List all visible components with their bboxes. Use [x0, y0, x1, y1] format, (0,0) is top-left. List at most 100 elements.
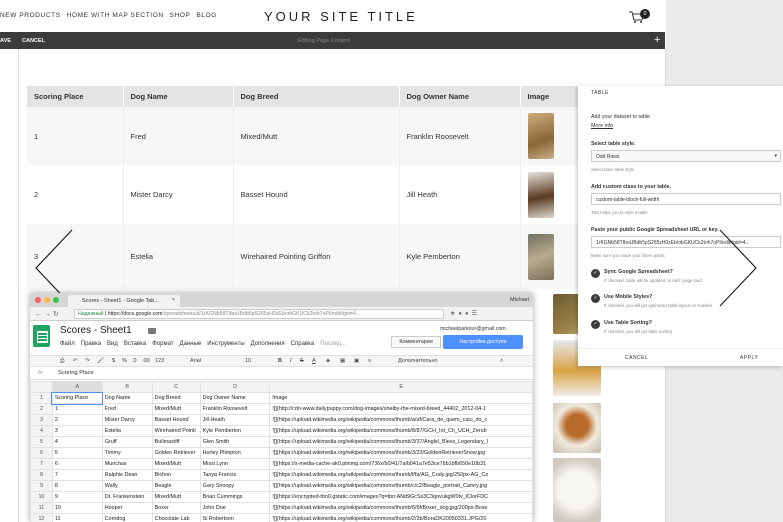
panel-cancel-button[interactable]: CANCEL	[625, 355, 648, 361]
sheet-cell[interactable]: Image	[269, 392, 533, 404]
browser-tab[interactable]: Scores - Sheet1 - Google Tab...	[68, 295, 180, 307]
print-icon[interactable]: ⎙	[60, 358, 64, 365]
row-number[interactable]: 3	[30, 414, 53, 426]
sheet-cell[interactable]: Fred	[101, 403, 153, 415]
menu-insert[interactable]: Вставка	[124, 341, 146, 347]
minimize-window-icon[interactable]	[44, 297, 50, 303]
navigation-arrows-icon[interactable]: ←→↻	[35, 310, 61, 318]
sheet-cell[interactable]: Si Robertson	[199, 513, 271, 522]
row-number[interactable]: 9	[30, 480, 53, 492]
sheet-cell[interactable]: Beagle	[151, 480, 201, 492]
more-toolbar-button[interactable]: Дополнительно	[398, 358, 438, 364]
sheet-cell[interactable]: ![](https://upload.wikimedia.org/wikiped…	[269, 502, 533, 514]
menu-format[interactable]: Формат	[152, 341, 173, 347]
extension-icons[interactable]: ★●●☰	[450, 310, 480, 317]
sheet-cell[interactable]: Chocolate Lab	[151, 513, 201, 522]
decimal-increase-button[interactable]: .00	[142, 358, 150, 364]
site-title[interactable]: YOUR SITE TITLE	[264, 9, 418, 24]
browser-profile[interactable]: Michael	[510, 297, 529, 303]
undo-icon[interactable]: ↶	[73, 358, 78, 364]
sheet-cell[interactable]: Gruff	[101, 436, 153, 448]
sheet-cell[interactable]: 10	[51, 502, 103, 514]
sheet-cell[interactable]: ![](https://s-media-cache-ak0.pinimg.com…	[269, 458, 533, 470]
menu-tools[interactable]: Инструменты	[207, 341, 244, 347]
sheet-cell[interactable]: Glen Smith	[199, 436, 271, 448]
sheet-cell[interactable]: Jill Heath	[199, 414, 271, 426]
align-icon[interactable]: ≡	[368, 358, 371, 364]
sheet-cell[interactable]: Mixed/Mutt	[151, 491, 201, 503]
sheets-logo-icon[interactable]	[33, 325, 50, 347]
sheet-cell[interactable]: Mixed/Mutt	[151, 403, 201, 415]
row-number[interactable]: 8	[30, 469, 53, 481]
strikethrough-button[interactable]: S	[300, 358, 304, 364]
column-header[interactable]: C	[151, 381, 201, 393]
sheet-cell[interactable]: Brian Cummings	[199, 491, 271, 503]
sheet-cell[interactable]: 7	[51, 469, 103, 481]
column-header[interactable]: Dog Breed	[233, 86, 400, 107]
bold-button[interactable]: B	[278, 358, 282, 364]
sheet-cell[interactable]: ![](https://upload.wikimedia.org/wikiped…	[269, 469, 533, 481]
sheet-cell[interactable]: Ralphie Dean	[101, 469, 153, 481]
sheet-cell[interactable]: Franklin Roosevelt	[199, 403, 271, 415]
column-header[interactable]: Dog Owner Name	[399, 86, 521, 107]
sheet-cell[interactable]: 4	[51, 436, 103, 448]
sheet-cell[interactable]: Mister Darcy	[101, 414, 153, 426]
sheet-cell[interactable]: Scoring Place	[51, 391, 104, 405]
number-format-select[interactable]: 123	[155, 358, 164, 364]
sheet-cell[interactable]: ![](https://upload.wikimedia.org/wikiped…	[269, 425, 533, 437]
fill-color-icon[interactable]: ◈	[326, 358, 330, 364]
merge-icon[interactable]: ▣	[354, 358, 359, 364]
row-number[interactable]: 4	[30, 425, 53, 437]
sheet-cell[interactable]: Gary Snoopy	[199, 480, 271, 492]
sheet-cell[interactable]: Munchas	[101, 458, 153, 470]
sheet-cell[interactable]: ![](http://cdn-www.dailypuppy.com/dog-im…	[269, 403, 533, 415]
sheet-cell[interactable]: Corndog	[101, 513, 153, 522]
more-info-link[interactable]: More info	[591, 123, 613, 129]
nav-link-blog[interactable]: BLOG	[196, 12, 216, 19]
sheet-cell[interactable]: 3	[51, 425, 103, 437]
row-number[interactable]: 10	[30, 491, 53, 503]
menu-data[interactable]: Данные	[180, 341, 202, 347]
sheet-cell[interactable]: ![](https://upload.wikimedia.org/wikiped…	[269, 480, 533, 492]
currency-button[interactable]: $	[112, 358, 115, 364]
add-block-icon[interactable]: +	[654, 34, 660, 46]
menu-file[interactable]: Файл	[60, 341, 75, 347]
sheet-cell[interactable]: Bichon	[151, 469, 201, 481]
menu-view[interactable]: Вид	[107, 341, 118, 347]
row-number[interactable]: 5	[30, 436, 53, 448]
menu-edit[interactable]: Правка	[81, 341, 101, 347]
save-button[interactable]: AVE	[0, 38, 11, 44]
sheet-cell[interactable]: Wally	[101, 480, 153, 492]
menu-addons[interactable]: Дополнения	[251, 341, 285, 347]
select-all-corner[interactable]	[30, 381, 53, 393]
percent-button[interactable]: %	[122, 358, 127, 364]
column-header[interactable]: B	[101, 381, 153, 393]
sheet-cell[interactable]: ![](https://encrypted-tbn0.gstatic.com/i…	[269, 491, 533, 503]
account-email[interactable]: micheelparkour@gmail.com	[440, 326, 506, 332]
column-header[interactable]: A	[51, 381, 103, 393]
sheet-cell[interactable]: 8	[51, 480, 103, 492]
folder-icon[interactable]	[148, 328, 156, 334]
row-number[interactable]: 12	[30, 513, 53, 522]
sheet-cell[interactable]: Missi Lynn	[199, 458, 271, 470]
decimal-decrease-button[interactable]: .0	[132, 358, 137, 364]
sheet-cell[interactable]: Kyle Pemberton	[199, 425, 271, 437]
collapse-toolbar-icon[interactable]: ˄	[500, 358, 503, 364]
menu-help[interactable]: Справка	[291, 341, 315, 347]
column-header[interactable]: E	[269, 381, 533, 393]
sheet-cell[interactable]: Hurley Plimpton	[199, 447, 271, 459]
sheet-cell[interactable]: 11	[51, 513, 103, 522]
sheet-cell[interactable]: Golden Retriever	[151, 447, 201, 459]
sheet-cell[interactable]: 2	[51, 414, 103, 426]
sheet-cell[interactable]: ![](https://upload.wikimedia.org/wikiped…	[269, 447, 533, 459]
sheet-cell[interactable]: Wirehaired Pointi	[151, 425, 201, 437]
sheet-cell[interactable]: Bullmastiff	[151, 436, 201, 448]
column-header[interactable]: Dog Name	[123, 86, 234, 107]
sheet-cell[interactable]: 1	[51, 403, 103, 415]
sheet-cell[interactable]: Hooper	[101, 502, 153, 514]
row-number[interactable]: 7	[30, 458, 53, 470]
url-input[interactable]: Надежный | https://docs.google.com/sprea…	[74, 309, 444, 319]
column-header[interactable]: Scoring Place	[27, 86, 124, 107]
nav-link-new-products[interactable]: NEW PRODUCTS	[0, 12, 61, 19]
panel-apply-button[interactable]: APPLY	[740, 355, 758, 361]
